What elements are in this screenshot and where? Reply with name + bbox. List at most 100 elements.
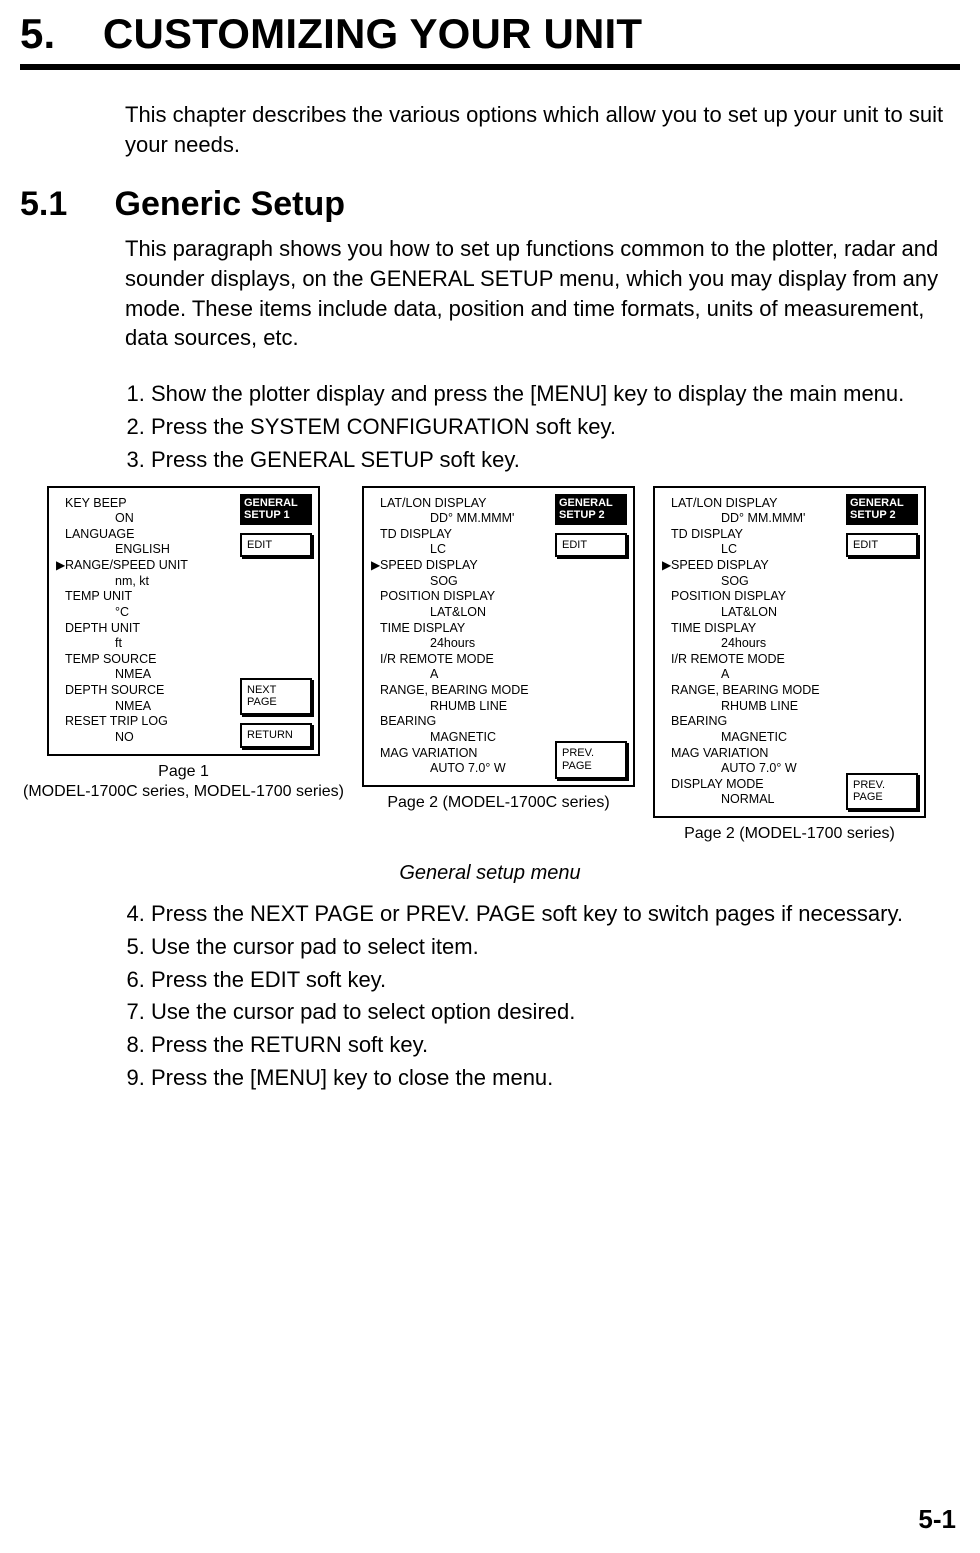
- menu-item-label[interactable]: RANGE, BEARING MODE: [665, 683, 836, 699]
- step-item: Press the RETURN soft key.: [151, 1030, 960, 1061]
- menu-item-label[interactable]: DISPLAY MODE: [665, 777, 836, 793]
- menu-item-value: DD° MM.MMM': [374, 511, 545, 527]
- prev-page-l2: PAGE: [562, 760, 592, 772]
- cursor-icon: ▶: [662, 558, 671, 573]
- menu-item-label[interactable]: DEPTH SOURCE: [59, 683, 230, 699]
- cursor-icon: ▶: [371, 558, 380, 573]
- menu-item-label-text: DISPLAY MODE: [671, 777, 764, 791]
- menu-item-value: ON: [59, 511, 230, 527]
- menu-item-label[interactable]: KEY BEEP: [59, 496, 230, 512]
- section-paragraph: This paragraph shows you how to set up f…: [125, 234, 960, 353]
- menu-item-value: AUTO 7.0° W: [665, 761, 836, 777]
- menu-item-label[interactable]: ▶SPEED DISPLAY: [374, 558, 545, 574]
- menu-item-value: 24hours: [374, 636, 545, 652]
- menu-item-label-text: TEMP UNIT: [65, 589, 132, 603]
- screen3-caption: Page 2 (MODEL-1700 series): [684, 824, 895, 844]
- menu-item-value: ft: [59, 636, 230, 652]
- return-button-label: RETURN: [247, 729, 293, 741]
- menu-item-label[interactable]: TD DISPLAY: [665, 527, 836, 543]
- screen3-softkeys: GENERAL SETUP 2 EDIT PREV. PAGE: [846, 494, 918, 811]
- menu-item-label[interactable]: TD DISPLAY: [374, 527, 545, 543]
- menu-item-label-text: BEARING: [380, 714, 436, 728]
- screen2-col: LAT/LON DISPLAYDD° MM.MMM'TD DISPLAYLC▶S…: [362, 486, 635, 845]
- menu-item-label[interactable]: ▶SPEED DISPLAY: [665, 558, 836, 574]
- menu-item-label[interactable]: I/R REMOTE MODE: [374, 652, 545, 668]
- menu-item-label-text: LANGUAGE: [65, 527, 134, 541]
- screen3-title-l2: SETUP 2: [850, 509, 896, 521]
- screen3-col: LAT/LON DISPLAYDD° MM.MMM'TD DISPLAYLC▶S…: [653, 486, 926, 845]
- menu-item-label[interactable]: MAG VARIATION: [374, 746, 545, 762]
- screen1-caption-l2: (MODEL-1700C series, MODEL-1700 series): [23, 783, 344, 800]
- next-page-button[interactable]: NEXT PAGE: [240, 678, 312, 715]
- screen2-softkeys: GENERAL SETUP 2 EDIT PREV. PAGE: [555, 494, 627, 779]
- prev-page-button[interactable]: PREV. PAGE: [846, 773, 918, 810]
- menu-item-label[interactable]: LAT/LON DISPLAY: [665, 496, 836, 512]
- menu-item-label[interactable]: TEMP UNIT: [59, 589, 230, 605]
- menu-item-value: AUTO 7.0° W: [374, 761, 545, 777]
- return-button[interactable]: RETURN: [240, 723, 312, 748]
- prev-page-l1: PREV.: [562, 747, 594, 759]
- menu-item-value: °C: [59, 605, 230, 621]
- menu-item-label[interactable]: LAT/LON DISPLAY: [374, 496, 545, 512]
- next-page-l1: NEXT: [247, 684, 276, 696]
- screen1-softkeys: GENERAL SETUP 1 EDIT NEXT PAGE RETURN: [240, 494, 312, 748]
- menu-item-label[interactable]: LANGUAGE: [59, 527, 230, 543]
- menu-item-label[interactable]: POSITION DISPLAY: [665, 589, 836, 605]
- page: 5. CUSTOMIZING YOUR UNIT This chapter de…: [0, 0, 980, 1553]
- edit-button[interactable]: EDIT: [846, 533, 918, 558]
- menu-item-label-text: TEMP SOURCE: [65, 652, 156, 666]
- menu-item-label[interactable]: TIME DISPLAY: [665, 621, 836, 637]
- menu-item-label-text: RANGE/SPEED UNIT: [65, 558, 188, 572]
- screen2-title-l2: SETUP 2: [559, 509, 605, 521]
- chapter-title: 5. CUSTOMIZING YOUR UNIT: [20, 10, 960, 58]
- edit-button-label: EDIT: [562, 539, 587, 551]
- screen2-caption: Page 2 (MODEL-1700C series): [387, 793, 609, 813]
- menu-item-label-text: SPEED DISPLAY: [671, 558, 769, 572]
- screens-row: KEY BEEPONLANGUAGEENGLISH▶RANGE/SPEED UN…: [20, 486, 980, 845]
- menu-item-label-text: DEPTH UNIT: [65, 621, 140, 635]
- step-item: Press the NEXT PAGE or PREV. PAGE soft k…: [151, 899, 960, 930]
- menu-item-value: SOG: [374, 574, 545, 590]
- menu-item-label[interactable]: ▶RANGE/SPEED UNIT: [59, 558, 230, 574]
- menu-item-label[interactable]: RESET TRIP LOG: [59, 714, 230, 730]
- step-item: Press the SYSTEM CONFIGURATION soft key.: [151, 412, 960, 443]
- screen2: LAT/LON DISPLAYDD° MM.MMM'TD DISPLAYLC▶S…: [362, 486, 635, 787]
- edit-button[interactable]: EDIT: [240, 533, 312, 558]
- menu-item-label[interactable]: TEMP SOURCE: [59, 652, 230, 668]
- screen1-caption-l1: Page 1: [158, 763, 209, 780]
- step-item: Press the GENERAL SETUP soft key.: [151, 445, 960, 476]
- menu-item-label[interactable]: RANGE, BEARING MODE: [374, 683, 545, 699]
- menu-item-value: RHUMB LINE: [374, 699, 545, 715]
- menu-item-label-text: RANGE, BEARING MODE: [671, 683, 820, 697]
- menu-item-label-text: RESET TRIP LOG: [65, 714, 168, 728]
- menu-item-value: A: [374, 667, 545, 683]
- menu-item-label-text: LAT/LON DISPLAY: [671, 496, 778, 510]
- menu-item-label[interactable]: TIME DISPLAY: [374, 621, 545, 637]
- edit-button[interactable]: EDIT: [555, 533, 627, 558]
- screen1-title-l1: GENERAL: [244, 497, 298, 509]
- screen1-title: GENERAL SETUP 1: [240, 494, 312, 525]
- menu-item-label-text: TIME DISPLAY: [671, 621, 756, 635]
- menu-item-value: nm, kt: [59, 574, 230, 590]
- menu-item-label[interactable]: DEPTH UNIT: [59, 621, 230, 637]
- next-page-l2: PAGE: [247, 696, 277, 708]
- menu-item-label[interactable]: BEARING: [665, 714, 836, 730]
- menu-item-label[interactable]: POSITION DISPLAY: [374, 589, 545, 605]
- menu-item-value: MAGNETIC: [665, 730, 836, 746]
- menu-item-value: ENGLISH: [59, 542, 230, 558]
- screen3-title: GENERAL SETUP 2: [846, 494, 918, 525]
- menu-item-label[interactable]: BEARING: [374, 714, 545, 730]
- menu-item-label[interactable]: I/R REMOTE MODE: [665, 652, 836, 668]
- prev-page-button[interactable]: PREV. PAGE: [555, 741, 627, 778]
- screen2-title-l1: GENERAL: [559, 497, 613, 509]
- menu-item-label-text: MAG VARIATION: [380, 746, 477, 760]
- menu-item-value: LAT&LON: [374, 605, 545, 621]
- menu-item-label-text: KEY BEEP: [65, 496, 127, 510]
- step-item: Use the cursor pad to select option desi…: [151, 997, 960, 1028]
- screen1: KEY BEEPONLANGUAGEENGLISH▶RANGE/SPEED UN…: [47, 486, 320, 756]
- edit-button-label: EDIT: [247, 539, 272, 551]
- chapter-rule: [20, 64, 960, 70]
- menu-item-value: NO: [59, 730, 230, 746]
- menu-item-label[interactable]: MAG VARIATION: [665, 746, 836, 762]
- menu-item-value: LC: [665, 542, 836, 558]
